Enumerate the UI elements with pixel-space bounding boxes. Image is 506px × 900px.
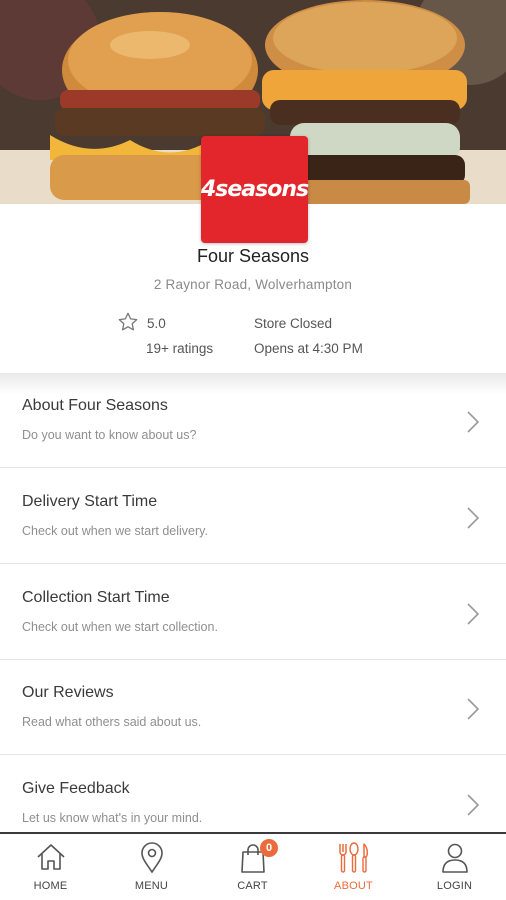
list-item-title: Our Reviews bbox=[22, 684, 114, 701]
list-item-subtitle: Do you want to know about us? bbox=[22, 428, 197, 442]
nav-menu[interactable]: MENU bbox=[101, 834, 202, 900]
store-opening-time: Opens at 4:30 PM bbox=[254, 341, 363, 356]
list-item-collection-start-time[interactable]: Collection Start Time Check out when we … bbox=[0, 565, 506, 660]
list-item-title: About Four Seasons bbox=[22, 397, 168, 414]
list-item-give-feedback[interactable]: Give Feedback Let us know what's in your… bbox=[0, 756, 506, 833]
nav-login[interactable]: LOGIN bbox=[404, 834, 505, 900]
ratings-count: 19+ ratings bbox=[146, 341, 214, 356]
list-item-subtitle: Check out when we start collection. bbox=[22, 620, 218, 634]
chevron-right-icon bbox=[466, 602, 480, 631]
nav-about[interactable]: ABOUT bbox=[303, 834, 404, 900]
logo-text: 4seasons bbox=[200, 177, 309, 202]
about-menu-list: About Four Seasons Do you want to know a… bbox=[0, 373, 506, 833]
list-item-title: Collection Start Time bbox=[22, 589, 170, 606]
nav-label: HOME bbox=[33, 880, 68, 892]
chevron-right-icon bbox=[466, 697, 480, 726]
store-status: Store Closed bbox=[254, 316, 333, 331]
list-item-subtitle: Let us know what's in your mind. bbox=[22, 811, 203, 825]
list-item-our-reviews[interactable]: Our Reviews Read what others said about … bbox=[0, 660, 506, 755]
nav-cart[interactable]: 0 CART bbox=[202, 834, 303, 900]
chevron-right-icon bbox=[466, 506, 480, 535]
store-logo: 4seasons bbox=[200, 136, 309, 243]
nav-label: ABOUT bbox=[334, 880, 373, 892]
list-item-subtitle: Read what others said about us. bbox=[22, 715, 202, 729]
chevron-right-icon bbox=[466, 410, 480, 439]
nav-label: LOGIN bbox=[436, 880, 473, 892]
rating-value: 5.0 bbox=[147, 316, 166, 331]
list-item-about[interactable]: About Four Seasons Do you want to know a… bbox=[0, 373, 506, 468]
bottom-navigation: HOME MENU 0 CART ABOUT LOGIN bbox=[0, 832, 506, 900]
cart-count-badge: 0 bbox=[260, 839, 278, 857]
nav-home[interactable]: HOME bbox=[0, 834, 101, 900]
nav-label: CART bbox=[237, 880, 268, 892]
list-item-title: Give Feedback bbox=[22, 780, 130, 797]
list-item-title: Delivery Start Time bbox=[22, 493, 158, 510]
store-name: Four Seasons bbox=[196, 246, 310, 266]
list-item-subtitle: Check out when we start delivery. bbox=[22, 524, 208, 538]
chevron-right-icon bbox=[466, 793, 480, 822]
nav-label: MENU bbox=[134, 880, 169, 892]
store-address: 2 Raynor Road, Wolverhampton bbox=[153, 277, 353, 292]
list-item-delivery-start-time[interactable]: Delivery Start Time Check out when we st… bbox=[0, 469, 506, 564]
star-icon bbox=[117, 311, 139, 338]
